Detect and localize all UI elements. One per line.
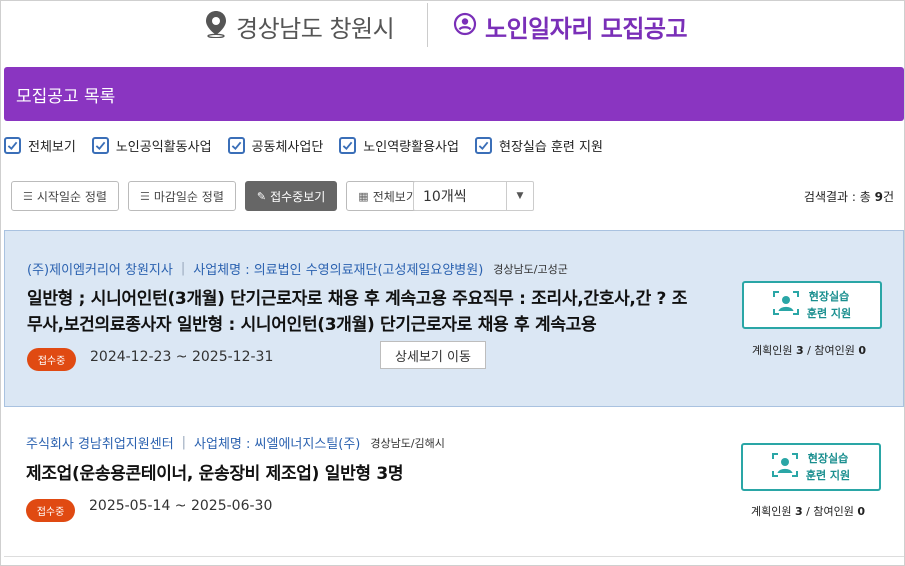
posting-title-line: 제조업(운송용콘테이너, 운송장비 제조업) 일반형 3명 [26, 464, 404, 484]
posting-meta: (주)제이엠커리어 창원지사 | 사업체명 : 의료법인 수영의료재단(고성제일… [27, 259, 568, 278]
posting-business: 사업체명 : 의료법인 수영의료재단(고성제일요양병원) [193, 263, 484, 278]
result-prefix: 검색결과 : 총 [803, 190, 875, 204]
view-all-label: 전체보기 [372, 189, 417, 204]
list-icon: ☰ [139, 189, 150, 203]
joined-count: 0 [858, 344, 866, 357]
trainee-icon [771, 453, 798, 481]
training-label: 현장실습 [807, 452, 849, 465]
posting-business: 사업체명 : 씨엘에너지스틸(주) [194, 437, 361, 452]
checkbox-icon[interactable] [227, 136, 245, 154]
header-divider [427, 3, 428, 47]
joined-label: 참여인원 [813, 505, 854, 518]
filter-all[interactable]: 전체보기 [4, 136, 76, 155]
count-separator: / [806, 505, 810, 518]
checkbox-icon[interactable] [339, 136, 357, 154]
filter-label: 공동체사업단 [251, 139, 324, 155]
posting-title-line: 일반형 ; 시니어인턴(3개월) 단기근로자로 채용 후 계속고용 주요직무 :… [27, 289, 688, 309]
trainee-icon [772, 291, 799, 319]
posting-region: 경상남도/김해시 [370, 436, 445, 450]
category-filters: 전체보기 노인공익활동사업 공동체사업단 노인역량활용사업 현장실습 훈련 지원 [4, 134, 619, 156]
posting-region: 경상남도/고성군 [493, 262, 568, 276]
training-label: 훈련 지원 [806, 307, 852, 320]
filter-community[interactable]: 공동체사업단 [227, 136, 324, 155]
list-header-title: 모집공고 목록 [16, 86, 116, 107]
posting-org[interactable]: 주식회사 경남취업지원센터 [26, 433, 174, 452]
search-result-count: 검색결과 : 총 9건 [804, 188, 894, 205]
sort-start-button[interactable]: ☰ 시작일순 정렬 [11, 181, 119, 211]
planned-label: 계획인원 [751, 505, 792, 518]
result-suffix: 건 [882, 190, 894, 204]
filter-capability[interactable]: 노인역량활용사업 [339, 136, 459, 155]
result-count: 9 [874, 190, 883, 204]
headcount-info: 계획인원 3 / 참여인원 0 [752, 342, 866, 358]
location-label: 경상남도 창원시 [236, 14, 395, 43]
sort-start-label: 시작일순 정렬 [36, 189, 107, 204]
status-badge: 접수중 [27, 348, 76, 371]
filter-label: 전체보기 [28, 139, 76, 155]
planned-count: 3 [794, 505, 803, 518]
sort-end-label: 마감일순 정렬 [153, 189, 224, 204]
page-header: 경상남도 창원시 노인일자리 모집공고 [1, 1, 904, 51]
training-label: 현장실습 [808, 290, 850, 303]
filter-label: 노인공익활동사업 [115, 139, 212, 155]
caret-down-icon[interactable]: ▼ [506, 182, 533, 210]
posting-org[interactable]: (주)제이엠커리어 창원지사 [27, 259, 173, 278]
list-toolbar: ☰ 시작일순 정렬 ☰ 마감일순 정렬 ✎ 접수중보기 ▦ 전체보기 [11, 181, 438, 211]
meta-separator: | [181, 435, 187, 450]
page-frame: 경상남도 창원시 노인일자리 모집공고 모집공고 목록 전체보기 노인공익활동사… [0, 0, 905, 566]
page-title-text: 노인일자리 모집공고 [485, 14, 688, 43]
page-title: 노인일자리 모집공고 [453, 9, 688, 43]
sort-end-button[interactable]: ☰ 마감일순 정렬 [127, 181, 236, 211]
checkbox-icon[interactable] [474, 136, 492, 154]
detail-tooltip: 상세보기 이동 [380, 341, 486, 369]
posting-title-line: 무사,보건의료종사자 일반형 : 시니어인턴(3개월) 단기근로자로 채용 후 … [27, 315, 597, 335]
posting-title[interactable]: 일반형 ; 시니어인턴(3개월) 단기근로자로 채용 후 계속고용 주요직무 :… [27, 286, 687, 338]
posting-card[interactable]: 주식회사 경남취업지원센터 | 사업체명 : 씨엘에너지스틸(주) 경상남도/김… [4, 417, 904, 557]
checkbox-icon[interactable] [91, 136, 109, 154]
field-training-button[interactable]: 현장실습 훈련 지원 [741, 443, 881, 491]
meta-separator: | [180, 261, 186, 276]
accepting-only-label: 접수중보기 [270, 189, 326, 204]
page-size-value: 10개씩 [423, 189, 467, 205]
training-label: 훈련 지원 [805, 469, 851, 482]
checkbox-icon[interactable] [4, 136, 21, 154]
posting-meta: 주식회사 경남취업지원센터 | 사업체명 : 씨엘에너지스틸(주) 경상남도/김… [26, 433, 445, 452]
planned-label: 계획인원 [752, 344, 793, 357]
posting-title[interactable]: 제조업(운송용콘테이너, 운송장비 제조업) 일반형 3명 [26, 461, 404, 487]
location-selector[interactable]: 경상남도 창원시 [204, 9, 395, 43]
map-pin-icon [204, 10, 228, 42]
list-icon: ☰ [23, 189, 33, 203]
grid-icon: ▦ [358, 189, 369, 203]
filter-label: 현장실습 훈련 지원 [498, 139, 603, 155]
planned-count: 3 [795, 344, 804, 357]
filter-label: 노인역량활용사업 [363, 139, 459, 155]
status-badge: 접수중 [26, 499, 75, 522]
headcount-info: 계획인원 3 / 참여인원 0 [751, 503, 865, 519]
posting-period: 2024-12-23 ~ 2025-12-31 [90, 349, 274, 365]
user-circle-icon [453, 12, 477, 40]
posting-period: 2025-05-14 ~ 2025-06-30 [89, 498, 273, 514]
page-size-select[interactable]: 10개씩 ▼ [413, 181, 534, 211]
filter-public-activity[interactable]: 노인공익활동사업 [91, 136, 212, 155]
count-separator: / [807, 344, 811, 357]
joined-label: 참여인원 [814, 344, 855, 357]
posting-card[interactable]: (주)제이엠커리어 창원지사 | 사업체명 : 의료법인 수영의료재단(고성제일… [4, 230, 904, 407]
joined-count: 0 [857, 505, 865, 518]
pencil-icon: ✎ [256, 189, 267, 203]
list-header-bar: 모집공고 목록 [4, 67, 904, 121]
accepting-only-button[interactable]: ✎ 접수중보기 [244, 181, 338, 211]
field-training-button[interactable]: 현장실습 훈련 지원 [742, 281, 882, 329]
filter-field-training[interactable]: 현장실습 훈련 지원 [474, 136, 603, 155]
